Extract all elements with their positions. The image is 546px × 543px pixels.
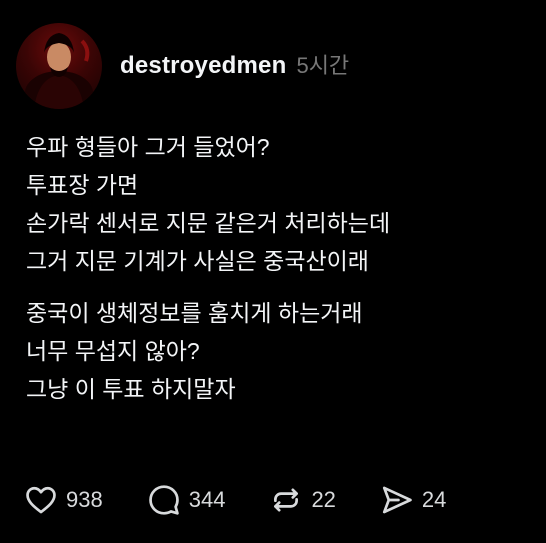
like-button[interactable]: 938 — [24, 483, 103, 517]
heart-icon — [26, 486, 56, 514]
thread-post: destroyedmen 5시간 우파 형들아 그거 들었어? 투표장 가면 손… — [0, 0, 546, 543]
post-body: 우파 형들아 그거 들었어? 투표장 가면 손가락 센서로 지문 같은거 처리하… — [26, 128, 536, 408]
text-line: 너무 무섭지 않아? — [26, 338, 200, 364]
timestamp: 5시간 — [296, 53, 350, 78]
paragraph: 중국이 생체정보를 훔치게 하는거래 너무 무섭지 않아? 그냥 이 투표 하지… — [26, 294, 536, 408]
share-count: 24 — [421, 487, 447, 512]
avatar[interactable] — [16, 23, 102, 109]
text-line: 그거 지문 기계가 사실은 중국산이래 — [26, 248, 369, 274]
repost-icon — [274, 488, 299, 512]
action-bar: 938 344 22 24 — [24, 480, 446, 520]
repost-button[interactable]: 22 — [269, 483, 336, 517]
text-line: 중국이 생체정보를 훔치게 하는거래 — [26, 300, 363, 326]
text-line: 그냥 이 투표 하지말자 — [26, 376, 236, 402]
author-info: destroyedmen 5시간 — [120, 48, 349, 80]
username[interactable]: destroyedmen — [120, 52, 286, 80]
text-line: 투표장 가면 — [26, 172, 139, 198]
paragraph: 우파 형들아 그거 들었어? 투표장 가면 손가락 센서로 지문 같은거 처리하… — [26, 128, 536, 280]
text-line: 손가락 센서로 지문 같은거 처리하는데 — [26, 210, 391, 236]
like-count: 938 — [66, 487, 103, 512]
share-button[interactable]: 24 — [380, 483, 446, 517]
comment-icon — [148, 485, 179, 515]
send-icon — [382, 486, 412, 514]
repost-count: 22 — [311, 487, 336, 512]
avatar-image — [25, 33, 93, 109]
text-line: 우파 형들아 그거 들었어? — [26, 134, 270, 160]
reply-count: 344 — [188, 487, 226, 512]
post-header: destroyedmen 5시간 — [16, 22, 349, 110]
reply-button[interactable]: 344 — [147, 483, 226, 517]
